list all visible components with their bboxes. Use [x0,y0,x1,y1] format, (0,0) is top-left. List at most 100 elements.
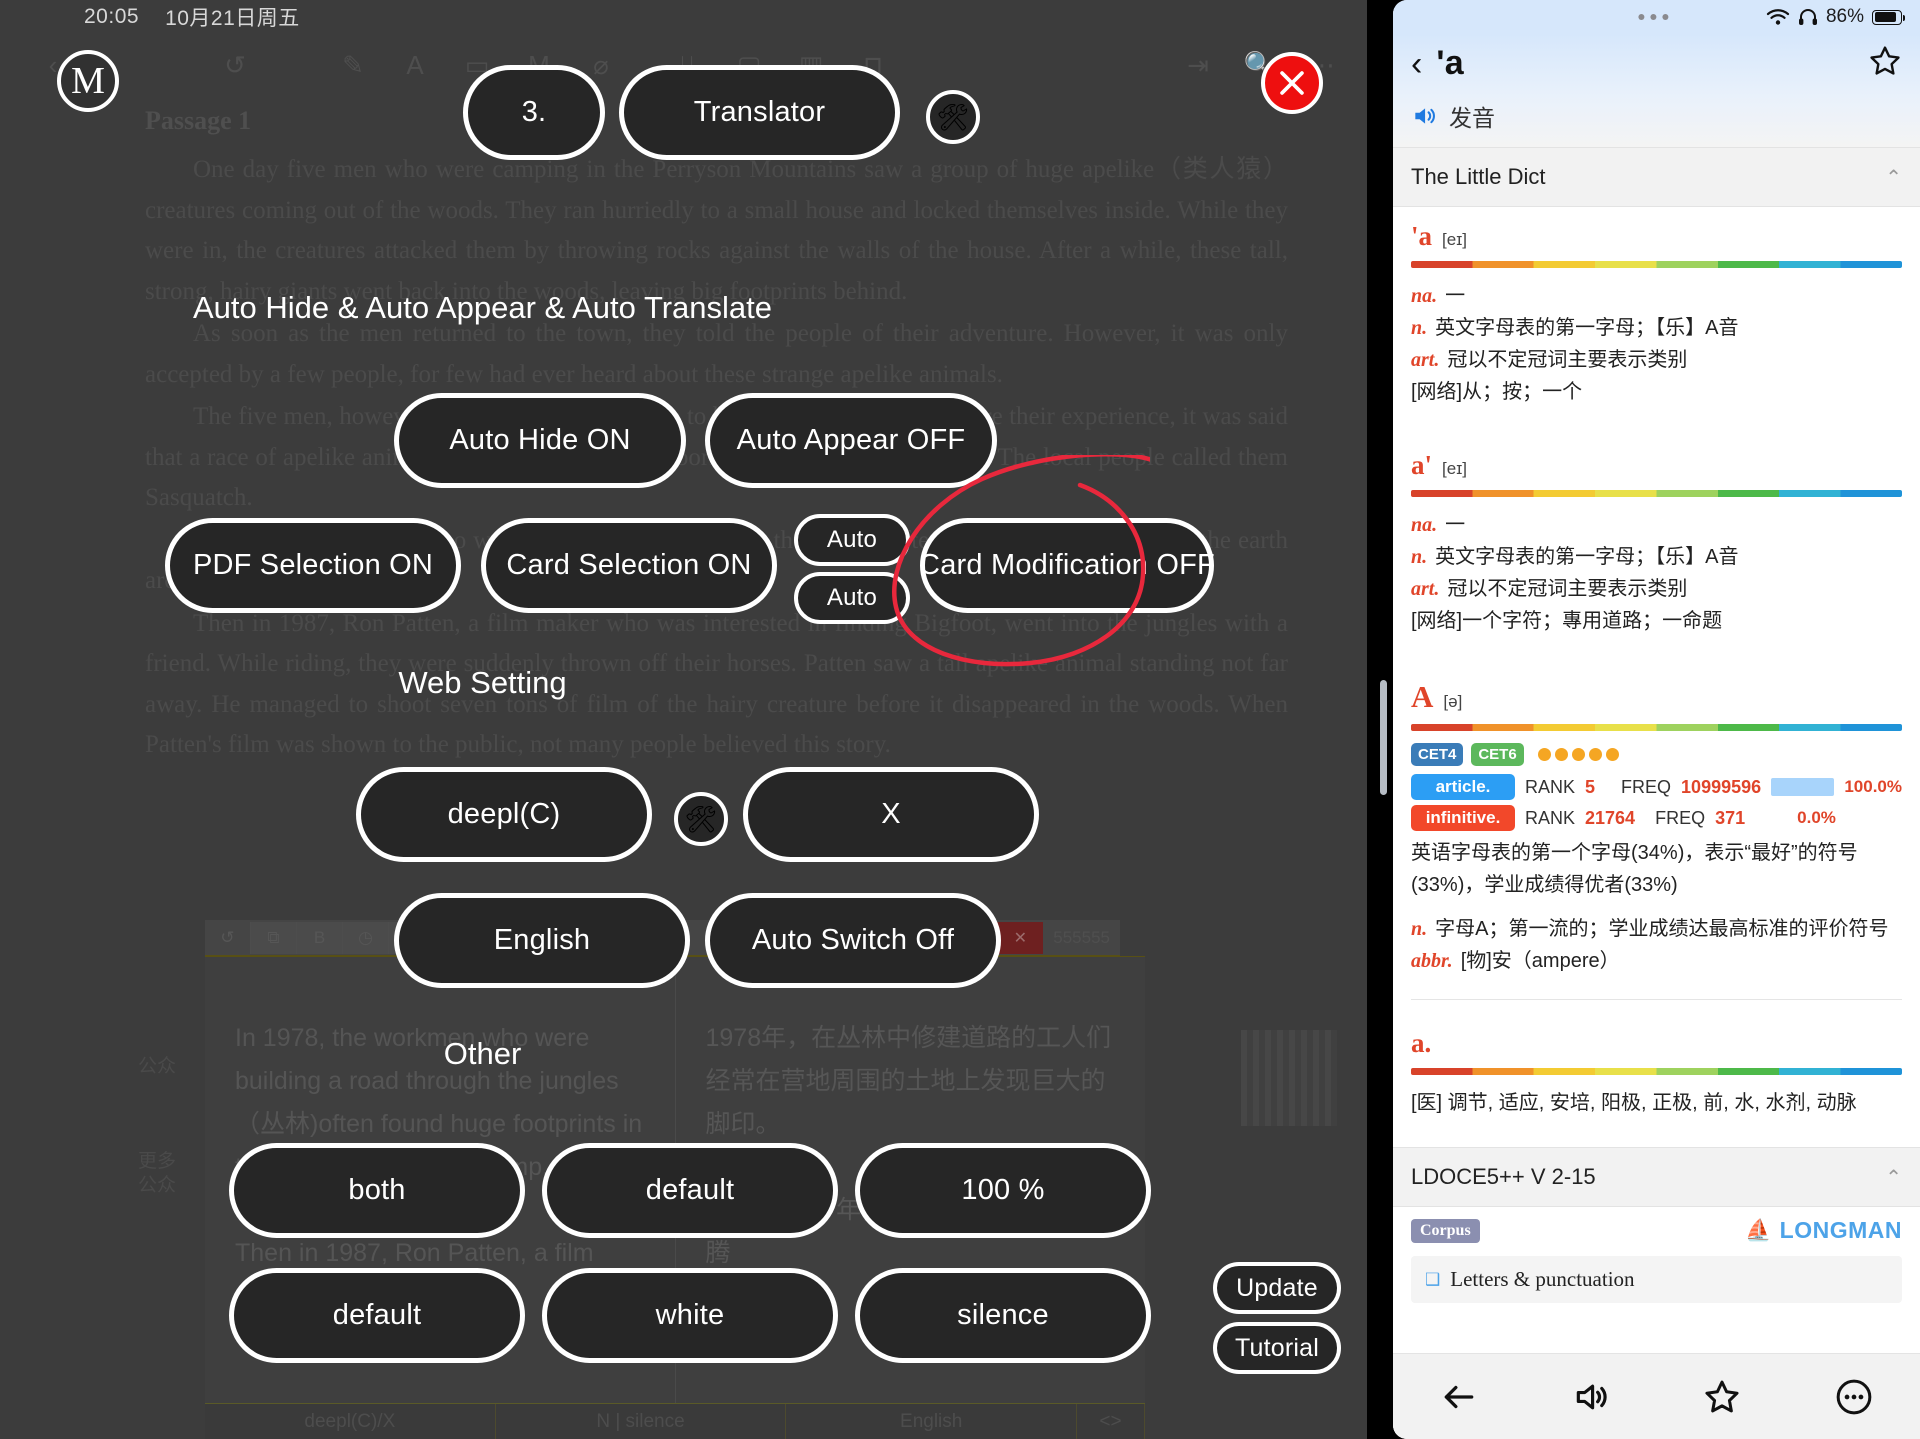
tutorial-button[interactable]: Tutorial [1213,1322,1341,1374]
entry-plain-definition: [医] 调节, 适应, 安培, 阳极, 正极, 前, 水, 水剂, 动脉 [1411,1092,1857,1114]
dictionary-entry: a. [医] 调节, 适应, 安培, 阳极, 正极, 前, 水, 水剂, 动脉 [1393,1004,1920,1125]
chevron-up-icon[interactable]: ⌃ [1885,165,1902,190]
pronounce-row[interactable]: 发音 [1411,99,1902,133]
section-title: LDOCE5++ V 2-15 [1411,1164,1596,1189]
section-ldoce[interactable]: LDOCE5++ V 2-15 ⌃ [1393,1147,1920,1207]
chevron-up-icon[interactable]: ⌃ [1885,1165,1902,1190]
entry-headword: a. [1411,1028,1432,1058]
entry-headword: A [1411,679,1434,714]
entry-ipa: [ə] [1443,692,1463,711]
pos-label: art. [1411,578,1440,600]
rank-row: article. RANK 5 FREQ 10999596 100.0% [1411,774,1902,800]
corpus-chip: Corpus [1411,1218,1480,1243]
rank-tag: article. [1411,774,1515,800]
rank-row: infinitive. RANK 21764 FREQ 371 0.0% [1411,805,1902,831]
speaker-icon [1576,1384,1607,1409]
freq-value: 10999596 [1681,776,1762,797]
pdf-selection-toggle[interactable]: PDF Selection ON [165,518,461,613]
rank-label: RANK [1525,807,1576,828]
mini-icon-undo[interactable]: ↺ [205,921,251,954]
section-little-dict[interactable]: The Little Dict ⌃ [1393,147,1920,207]
entry-divider [1411,999,1902,1000]
favorite-button[interactable] [1868,44,1902,83]
auto-hide-toggle[interactable]: Auto Hide ON [394,393,686,488]
mini-icon-bold[interactable]: B [297,921,343,954]
translation-engine-button[interactable]: deepl(C) [356,767,652,862]
speaker-button[interactable] [1411,103,1437,129]
checkbox-icon[interactable]: ❑ [1425,1270,1440,1290]
freq-percent: 100.0% [1844,777,1902,796]
other-white-button[interactable]: white [542,1268,838,1363]
mini-icon-clock[interactable]: ◷ [343,921,389,954]
mini-icon-copy[interactable]: ⧉ [251,921,297,954]
update-button[interactable]: Update [1213,1262,1341,1314]
footer-back-button[interactable] [1393,1378,1525,1416]
translator-footer-bar[interactable]: deepl(C)/X N | silence English <> [205,1403,1146,1439]
entry-ipa: [eɪ] [1442,230,1467,249]
entry-badges: CET4 CET6 [1411,743,1902,766]
mini-close-icon[interactable]: ✕ [997,921,1044,954]
footer-more-button[interactable] [1788,1378,1920,1416]
system-status-bar: 20:05 10月21日周五 [0,0,1393,34]
section-title: The Little Dict [1411,164,1546,189]
corpus-header: Corpus ⛵ LONGMAN [1393,1207,1920,1250]
headphones-icon [1798,9,1817,25]
star-outline-icon [1705,1380,1739,1412]
translator-expand-cell[interactable]: <> [1077,1404,1146,1439]
wrench-icon[interactable]: 🛠 [926,90,980,144]
other-both-button[interactable]: both [229,1143,525,1238]
footer-speaker-button[interactable] [1525,1378,1657,1416]
entry-headword: 'a [1411,221,1433,251]
avatar[interactable]: M [57,50,119,112]
entry-definition: n. 字母A；第一流的；学业成绩达最高标准的评价符号 [1411,913,1902,945]
auto-switch-button[interactable]: Auto Switch Off [705,893,1001,988]
pos-label: na. [1411,514,1438,536]
translator-engine-cell[interactable]: deepl(C)/X [205,1404,496,1439]
entry-network-line: [网络]从；按；一个 [1411,381,1583,403]
pos-label: n. [1411,918,1428,940]
back-chevron-icon[interactable]: ‹ [1411,47,1422,81]
rank-label: RANK [1525,776,1576,797]
pen-icon[interactable]: ✎ [322,34,384,96]
entry-rainbow-rule [1411,261,1902,268]
translator-button[interactable]: Translator [619,65,900,160]
translator-voice-cell[interactable]: N | silence [496,1404,787,1439]
definition-text: 英文字母表的第一字母；【乐】A音 [1435,546,1739,568]
battery-icon [1872,9,1905,25]
entry-ipa: [eɪ] [1442,459,1467,478]
index-button[interactable]: 3. [463,65,605,160]
language-button[interactable]: English [394,893,690,988]
entry-definition: na. 一 [1411,280,1902,312]
engine-clear-button[interactable]: X [743,767,1039,862]
qr-code-image [1241,1030,1337,1126]
translator-language-cell[interactable]: English [786,1404,1078,1439]
section-label-auto: Auto Hide & Auto Appear & Auto Translate [192,290,773,325]
badge-cet4: CET4 [1411,743,1464,766]
dictionary-scrollbar[interactable] [1380,680,1387,795]
corpus-list-item[interactable]: ❑ Letters & punctuation [1411,1256,1902,1303]
dictionary-footer-bar[interactable] [1393,1353,1920,1439]
entry-sense-line: 英语字母表的第一个字母(34%)，表示“最好”的符号(33%)，学业成绩得优者(… [1411,842,1858,896]
close-icon [1280,71,1304,95]
layout-icon[interactable]: ⇥ [1167,34,1229,96]
rank-value: 21764 [1585,807,1636,828]
close-overlay-button[interactable] [1261,52,1323,114]
screen-root: 20:05 10月21日周五 ‹ ↺ ✎ A ▭ M ⌀ ⑂ ▢ ▥ ⊓ ⇥ 🔍… [0,0,1920,1439]
undo-icon[interactable]: ↺ [204,34,266,96]
wrench-icon-web[interactable]: 🛠 [674,792,728,846]
watermark-text: 更多 公众 [138,1151,177,1196]
pos-label: art. [1411,349,1440,371]
card-selection-toggle[interactable]: Card Selection ON [481,518,777,613]
other-zoom-button[interactable]: 100 % [855,1143,1151,1238]
other-default-bottom-button[interactable]: default [229,1268,525,1363]
footer-favorite-button[interactable] [1657,1378,1789,1416]
badge-cet6: CET6 [1471,743,1524,766]
longman-brand: ⛵ LONGMAN [1745,1217,1902,1244]
entry-definition: art. 冠以不定冠词主要表示类别 [1411,573,1902,605]
corpus-item-label: Letters & punctuation [1450,1267,1635,1291]
other-silence-button[interactable]: silence [855,1268,1151,1363]
definition-text: 冠以不定冠词主要表示类别 [1447,349,1688,371]
dictionary-header-row: ‹ 'a [1411,44,1902,83]
other-default-top-button[interactable]: default [542,1143,838,1238]
highlight-icon[interactable]: A [384,34,446,96]
